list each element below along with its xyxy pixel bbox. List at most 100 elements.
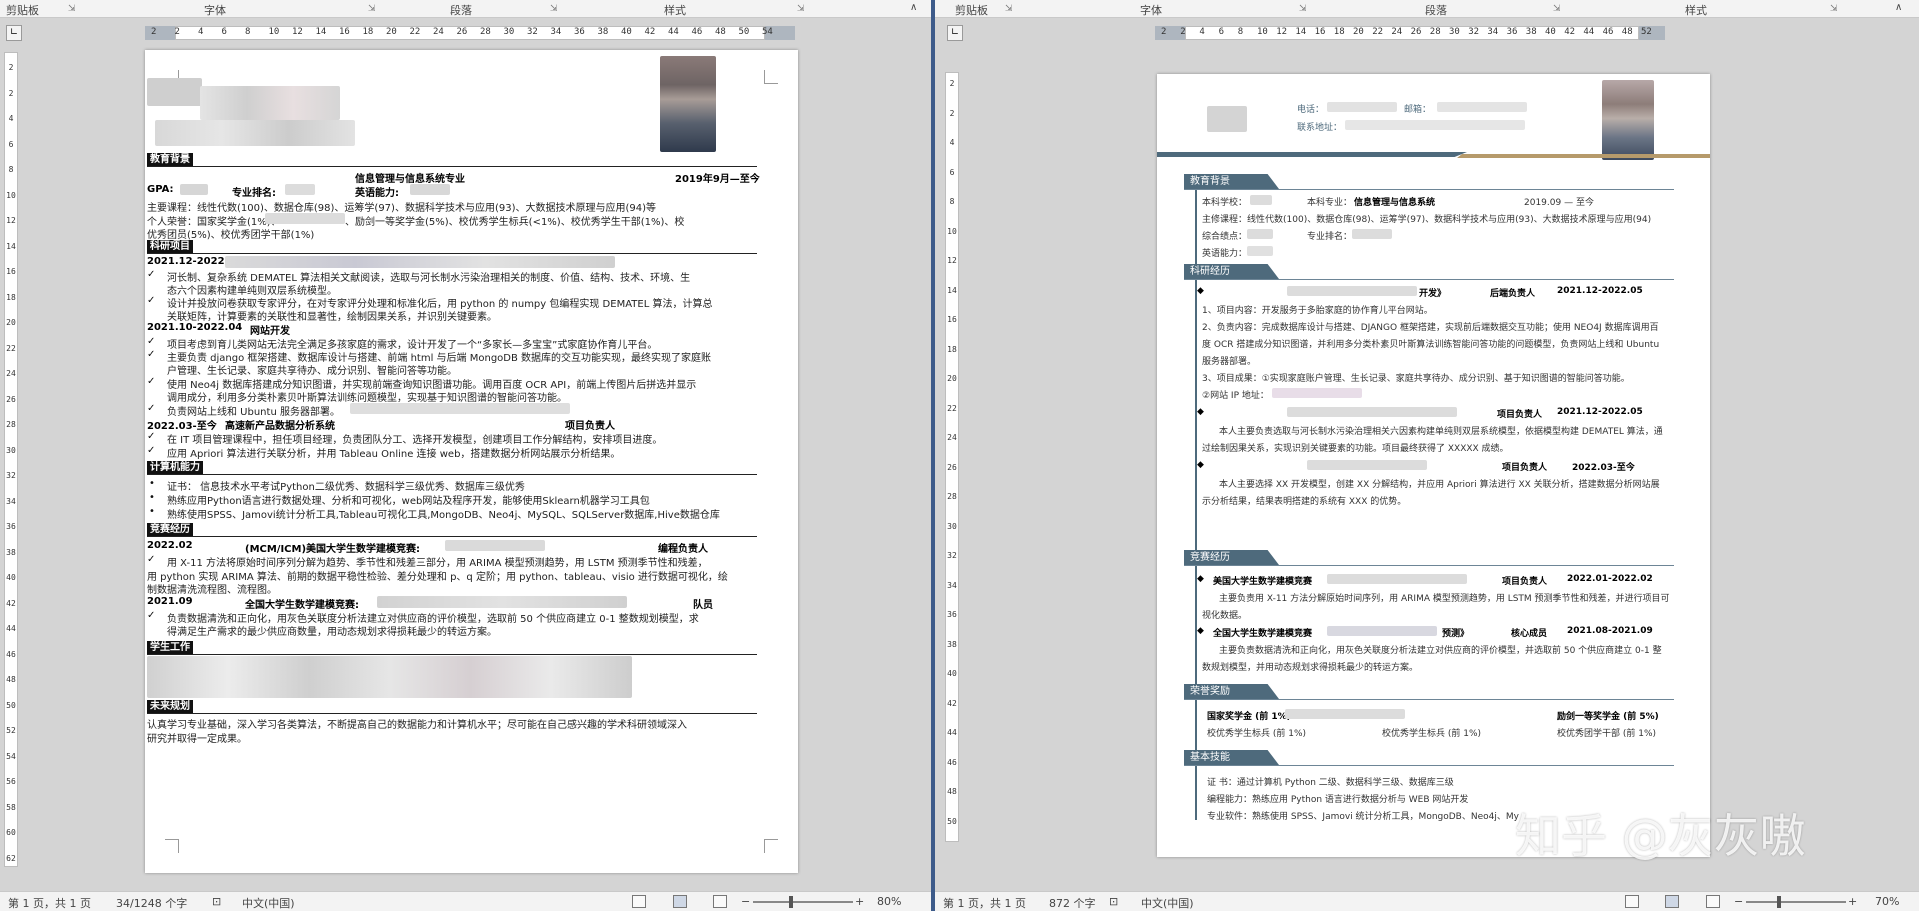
check-icon: ✓ [147, 554, 156, 565]
comp-role: 编程负责人 [658, 544, 708, 555]
diamond-bullet-icon: ◆ [1197, 407, 1204, 417]
phone-label: 电话： [1297, 105, 1325, 115]
zoom-slider[interactable] [1746, 901, 1846, 903]
vruler-tick-label: 44 [947, 728, 957, 737]
bullet-text: 在 IT 项目管理课程中，担任项目经理，负责团队分工、选择开发模型，创建项目工作… [167, 435, 663, 446]
ruler-tick-label: 16 [1314, 27, 1326, 37]
zoom-in-button[interactable]: + [1848, 895, 1857, 908]
redacted-honor [265, 213, 345, 224]
vruler-tick-label: 6 [949, 167, 955, 177]
page-count[interactable]: 第 1 页，共 1 页 [943, 895, 1026, 911]
collapse-ribbon-icon[interactable]: ∧ [1895, 2, 1902, 13]
proofing-icon[interactable]: ⊡ [1109, 895, 1118, 908]
redacted-contact [200, 86, 340, 120]
left-document-pane[interactable]: 剪贴板 ⇲ 字体 ⇲ 段落 ⇲ 样式 ⇲ ∧ ∟ 2 2 4 6 8 10 12 14 16 18… [0, 0, 931, 911]
profile-photo [660, 56, 716, 152]
proofing-icon[interactable]: ⊡ [212, 895, 221, 908]
vruler-tick-label: 10 [947, 226, 957, 236]
tab-selector-icon[interactable]: ∟ [947, 25, 963, 41]
language[interactable]: 中文(中国) [242, 895, 295, 911]
web-layout-button[interactable] [713, 895, 727, 908]
font-launcher-icon[interactable]: ⇲ [1299, 4, 1307, 14]
project-role: 项目负责人 [565, 421, 615, 432]
ruler-tick-label: 14 [1295, 27, 1307, 37]
clipboard-launcher-icon[interactable]: ⇲ [68, 4, 76, 14]
web-layout-button[interactable] [1706, 895, 1720, 908]
redacted-url [350, 403, 570, 414]
divider [147, 474, 757, 475]
ruler-tick-label: 20 [1353, 27, 1364, 37]
styles-launcher-icon[interactable]: ⇲ [797, 4, 805, 14]
project-text: 本人主要选择 XX 开发模型，创建 XX 分解结构，并应用 Apriori 算法… [1219, 480, 1660, 490]
ruler-tick-label: 12 [292, 27, 303, 37]
word-count[interactable]: 34/1248 个字 [116, 895, 187, 911]
ruler-tick-label: 18 [362, 27, 374, 37]
vruler-tick-label: 52 [6, 726, 16, 735]
redacted-name [147, 78, 202, 106]
language[interactable]: 中文(中国) [1141, 895, 1194, 911]
zoom-out-button[interactable]: − [1734, 895, 1743, 908]
redacted-gpa [1247, 229, 1273, 239]
zoom-slider-thumb[interactable] [789, 896, 793, 908]
redacted-project-title [1307, 460, 1427, 470]
honor-item: 校优秀学生标兵 (前 1%) [1207, 729, 1307, 739]
paragraph-launcher-icon[interactable]: ⇲ [550, 4, 558, 14]
zoom-level[interactable]: 70% [1875, 895, 1899, 908]
print-layout-button[interactable] [1665, 895, 1679, 908]
horizontal-ruler[interactable]: 2 2 4 6 8 10 12 14 16 18 20 22 24 26 28 30 32 34 36 38 40 42 4… [145, 20, 795, 46]
tab-selector-icon[interactable]: ∟ [6, 25, 22, 41]
styles-launcher-icon[interactable]: ⇲ [1830, 4, 1838, 14]
edu-date: 2019年9月—至今 [675, 174, 760, 185]
gpa-label: 综合绩点： [1202, 232, 1248, 242]
vruler-tick-label: 34 [947, 580, 957, 590]
horizontal-ruler[interactable]: 2 2 4 6 8 10 12 14 16 18 20 22 24 26 28 30 32 34 36 38 40 42 4… [1155, 20, 1665, 46]
vruler-tick-label: 60 [6, 828, 16, 837]
vruler-tick-label: 8 [8, 165, 14, 174]
print-layout-button[interactable] [673, 895, 687, 908]
bullet-text: 用 X-11 方法将原始时间序列分解为趋势、季节性和残差三部分，用 ARIMA … [167, 558, 708, 569]
redacted-project-title [225, 256, 615, 268]
document-page[interactable]: 电话： 邮箱： 联系地址： 教育背景 本科学校： 本科专业： 信息管理与信息系统… [1157, 74, 1710, 857]
zoom-out-button[interactable]: − [741, 895, 750, 908]
zoom-level[interactable]: 80% [877, 895, 901, 908]
page-count[interactable]: 第 1 页，共 1 页 [8, 895, 91, 911]
read-mode-button[interactable] [1625, 895, 1639, 908]
header-band [1157, 152, 1467, 157]
vruler-tick-label: 46 [947, 757, 957, 767]
section-heading-future: 未来规划 [147, 700, 193, 713]
right-document-pane[interactable]: 剪贴板 ⇲ 字体 ⇲ 段落 ⇲ 样式 ⇲ ∧ ∟ 2 2 4 6 8 10 12 14 16 18… [935, 0, 1919, 911]
project-text: 2、负责内容：完成数据库设计与搭建、DJANGO 框架搭建，实现前后端数据交互功… [1202, 323, 1659, 333]
vertical-ruler[interactable]: 2 2 4 6 8 10 12 14 16 18 20 22 24 26 28 30 32 34 36 38 40 42 4… [945, 72, 959, 842]
ruler-tick-label: 50 [738, 27, 750, 37]
redacted-rank [285, 184, 315, 195]
vruler-tick-label: 32 [6, 471, 16, 480]
zoom-in-button[interactable]: + [855, 895, 864, 908]
divider [147, 253, 757, 254]
redacted-award [1327, 626, 1437, 636]
future-text: 研究并取得一定成果。 [147, 734, 247, 745]
ruler-tick-label: 22 [409, 27, 421, 37]
zoom-slider[interactable] [753, 901, 853, 903]
word-count[interactable]: 872 个字 [1049, 895, 1096, 911]
vruler-tick-label: 40 [6, 573, 16, 582]
zoom-slider-thumb[interactable] [1777, 896, 1781, 908]
diamond-bullet-icon: ◆ [1197, 626, 1204, 636]
vruler-tick-label: 26 [947, 462, 957, 472]
ruler-tick-label: 10 [268, 27, 280, 37]
redacted-award [377, 596, 627, 608]
project-text: ②网站 IP 地址： [1202, 391, 1269, 401]
redacted-gpa [180, 184, 208, 195]
header-band-gold [1457, 154, 1710, 158]
major-label: 本科专业： [1307, 198, 1353, 208]
vruler-tick-label: 24 [947, 433, 957, 442]
section-heading-education: 教育背景 [1184, 174, 1279, 189]
clipboard-launcher-icon[interactable]: ⇲ [1005, 4, 1013, 14]
font-launcher-icon[interactable]: ⇲ [368, 4, 376, 14]
read-mode-button[interactable] [632, 895, 646, 908]
paragraph-launcher-icon[interactable]: ⇲ [1553, 4, 1561, 14]
vertical-ruler[interactable]: 2 2 4 6 8 10 12 14 16 18 20 22 24 26 28 30 32 34 36 38 40 42 4… [4, 52, 18, 867]
document-page[interactable]: 教育背景 信息管理与信息系统专业 2019年9月—至今 GPA: 专业排名: 英… [145, 50, 798, 873]
ruler-tick-label: 34 [550, 27, 562, 37]
comp-date: 2021.09 [147, 596, 193, 607]
collapse-ribbon-icon[interactable]: ∧ [910, 2, 917, 13]
